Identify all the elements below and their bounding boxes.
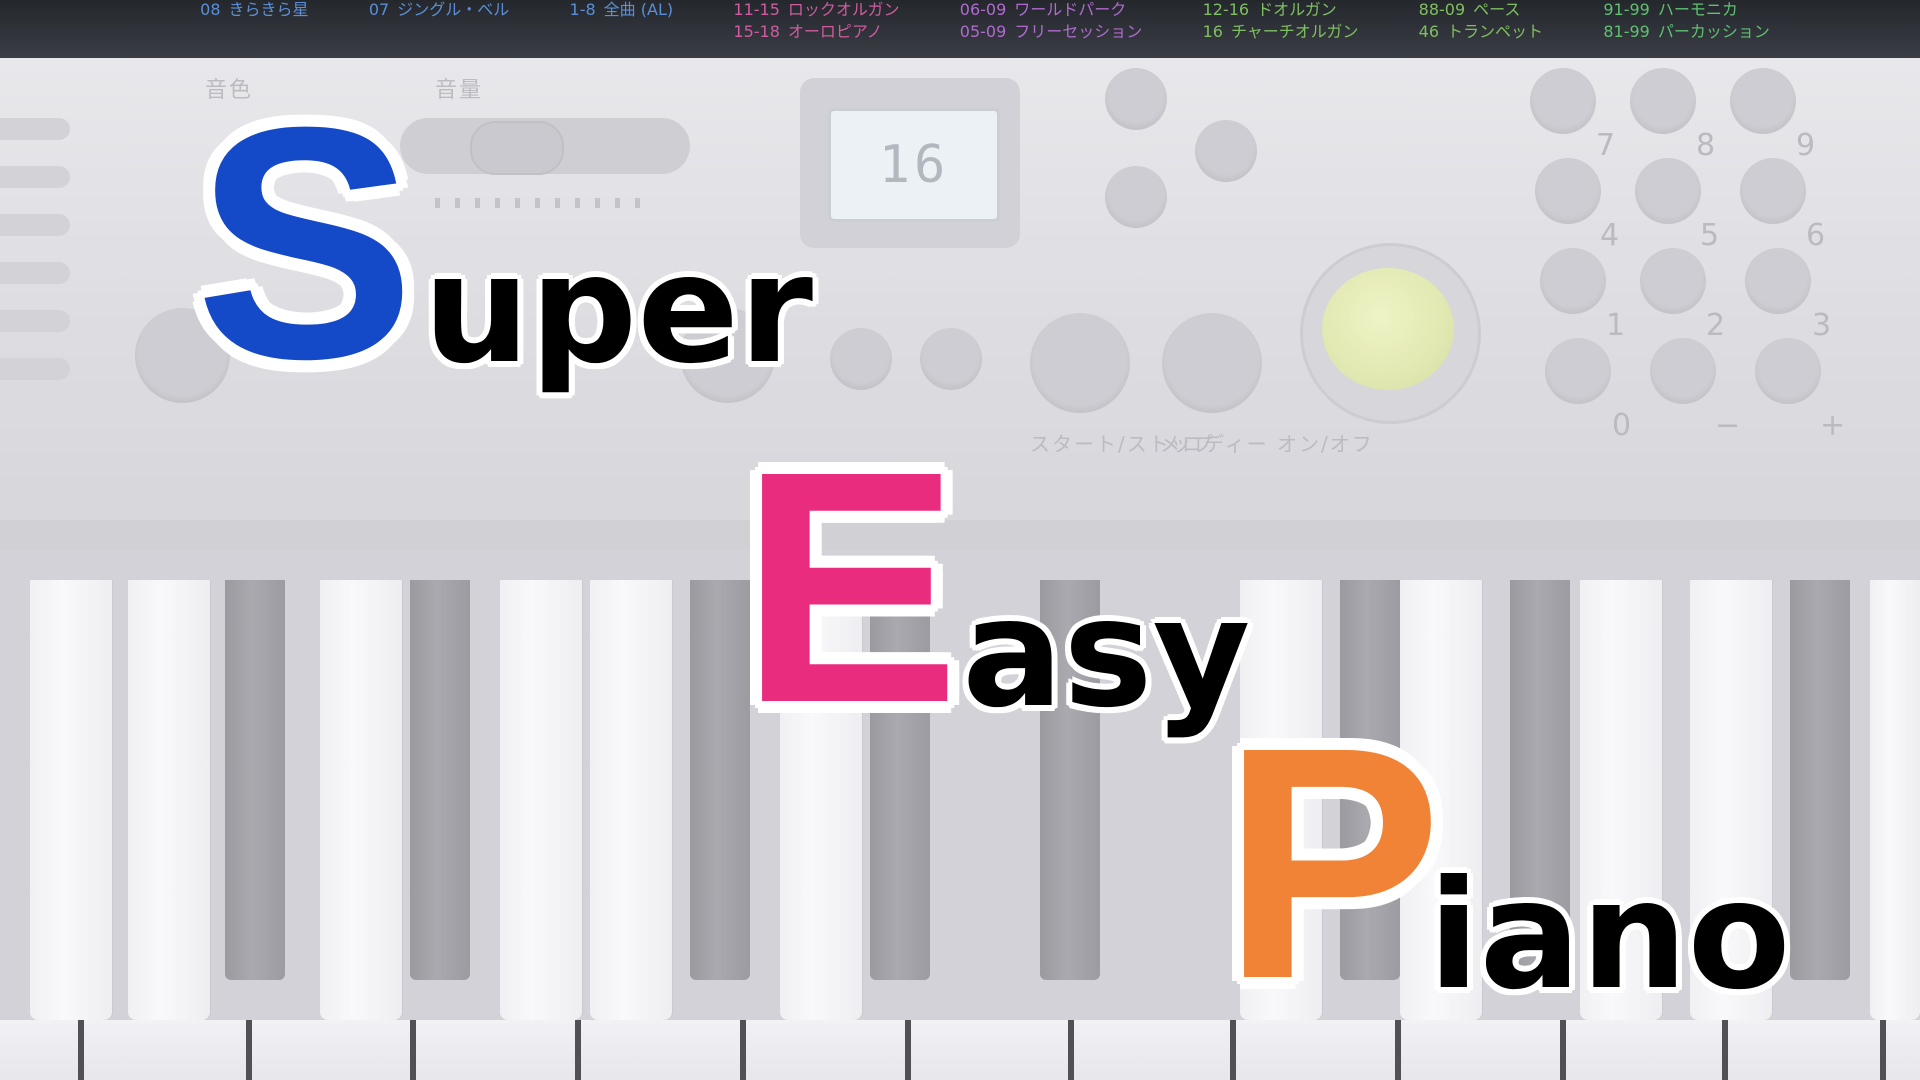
title-word-super: S uper bbox=[195, 58, 813, 427]
tone-entry: 11-15 ロックオルガン bbox=[733, 0, 900, 19]
tone-column-7: 88-09 ペース 46 トランペット bbox=[1419, 0, 1543, 42]
tone-column-5: 06-09 ワールドパーク 05-09 フリーセッション bbox=[960, 0, 1143, 42]
tone-column-8: 91-99 ハーモニカ 81-99 パーカッション bbox=[1603, 0, 1770, 42]
video-frame: 08 きらきら星 07 ジングル・ベル 1-8 全曲 (AL) 11-15 ロックオルガ… bbox=[0, 0, 1920, 1080]
tone-column-1: 08 きらきら星 bbox=[200, 0, 308, 20]
title-word-easy: E asy bbox=[740, 402, 1250, 771]
tone-column-4: 11-15 ロックオルガン 15-18 オーロピアノ bbox=[733, 0, 899, 42]
tone-entry: 46 トランペット bbox=[1418, 22, 1544, 41]
tone-entry: 12-16 ドオルガン bbox=[1202, 0, 1337, 19]
tone-entry: 05-09 フリーセッション bbox=[959, 22, 1143, 41]
tone-entry: 88-09 ペース bbox=[1418, 0, 1521, 19]
tone-list-strip: 08 きらきら星 07 ジングル・ベル 1-8 全曲 (AL) 11-15 ロックオルガ… bbox=[0, 0, 1920, 58]
tone-column-3: 1-8 全曲 (AL) bbox=[570, 0, 674, 20]
title-rest-super: uper bbox=[423, 222, 813, 397]
tone-column-6: 12-16 ドオルガン 16 チャーチオルガン bbox=[1203, 0, 1359, 42]
tone-entry: 07 ジングル・ベル bbox=[368, 0, 510, 19]
title-rest-piano: iano bbox=[1428, 848, 1791, 1023]
title-capital-s: S bbox=[195, 58, 416, 427]
tone-column-2: 07 ジングル・ベル bbox=[369, 0, 509, 20]
title-capital-p: P bbox=[1222, 678, 1443, 1047]
tone-entry: 08 きらきら星 bbox=[200, 0, 309, 19]
title-rest-easy: asy bbox=[962, 566, 1251, 741]
tone-entry: 16 チャーチオルガン bbox=[1202, 22, 1359, 41]
title-capital-e: E bbox=[740, 402, 961, 771]
tone-entry: 15-18 オーロピアノ bbox=[733, 22, 883, 41]
tone-entry: 81-99 パーカッション bbox=[1603, 22, 1770, 41]
tone-entry: 06-09 ワールドパーク bbox=[959, 0, 1127, 19]
tone-entry: 1-8 全曲 (AL) bbox=[569, 0, 674, 19]
title-word-piano: P iano bbox=[1222, 678, 1791, 1047]
tone-entry: 91-99 ハーモニカ bbox=[1603, 0, 1738, 19]
